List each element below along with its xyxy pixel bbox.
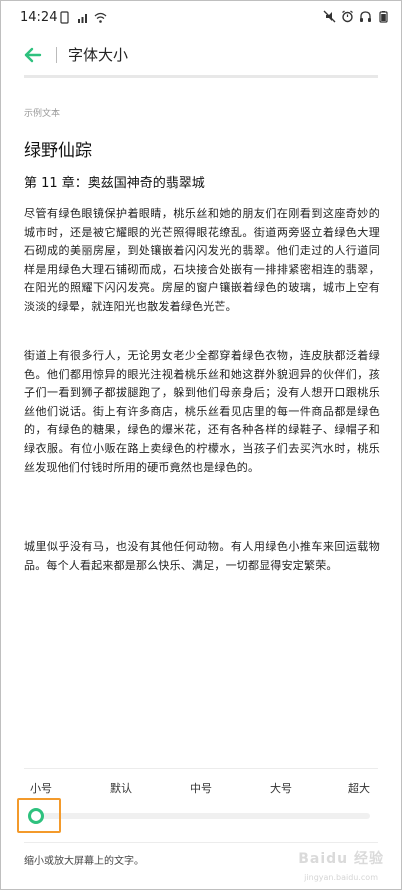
preview-paragraph: 尽管有绿色眼镜保护着眼睛，桃乐丝和她的朋友们在刚看到这座奇妙的城市时，还是被它耀… (24, 207, 380, 313)
slider-bottom-divider (24, 842, 378, 843)
preview-paragraph: 街道上有很多行人，无论男女老少全都穿着绿色衣物，连皮肤都泛着绿色。他们都用惊异的… (24, 349, 380, 474)
wifi-icon (94, 12, 107, 23)
status-bar: 14:24 (0, 0, 402, 34)
font-size-option-small[interactable]: 小号 (30, 780, 52, 796)
book-title: 绿野仙踪 (24, 141, 92, 161)
battery-icon (379, 11, 388, 23)
chapter-title: 第 11 章：奥兹国神奇的翡翠城 (24, 176, 205, 191)
sample-text-label: 示例文本 (24, 109, 61, 119)
font-size-option-default[interactable]: 默认 (110, 780, 132, 796)
header-divider (56, 47, 57, 63)
page-title: 字体大小 (68, 46, 129, 64)
watermark-url: jingyan.baidu.com (304, 873, 378, 882)
arrow-left-icon[interactable] (22, 44, 44, 66)
font-size-slider-track[interactable] (36, 813, 370, 819)
status-right-icons (323, 10, 390, 23)
headphones-icon (360, 11, 371, 22)
slider-top-divider (24, 768, 378, 769)
font-size-slider-thumb[interactable] (28, 808, 44, 824)
signal-icon (78, 14, 87, 23)
app-header: 字体大小 (0, 34, 402, 76)
font-size-option-extra-large[interactable]: 超大 (348, 780, 370, 796)
font-size-hint: 缩小或放大屏幕上的文字。 (24, 856, 144, 867)
header-underline (24, 75, 378, 78)
preview-paragraph: 城里似乎没有马，也没有其他任何动物。有人用绿色小推车来回运载物品。每个人看起来都… (24, 540, 380, 572)
font-size-option-large[interactable]: 大号 (270, 780, 292, 796)
watermark-logo: Baidu 经验 (298, 851, 384, 867)
font-size-option-medium[interactable]: 中号 (190, 780, 212, 796)
sim-icon (60, 11, 69, 24)
font-size-options: 小号 默认 中号 大号 超大 (24, 780, 378, 800)
alarm-icon (342, 10, 353, 23)
status-left-icons (60, 11, 107, 24)
mute-icon (323, 10, 336, 23)
status-time: 14:24 (20, 10, 58, 25)
